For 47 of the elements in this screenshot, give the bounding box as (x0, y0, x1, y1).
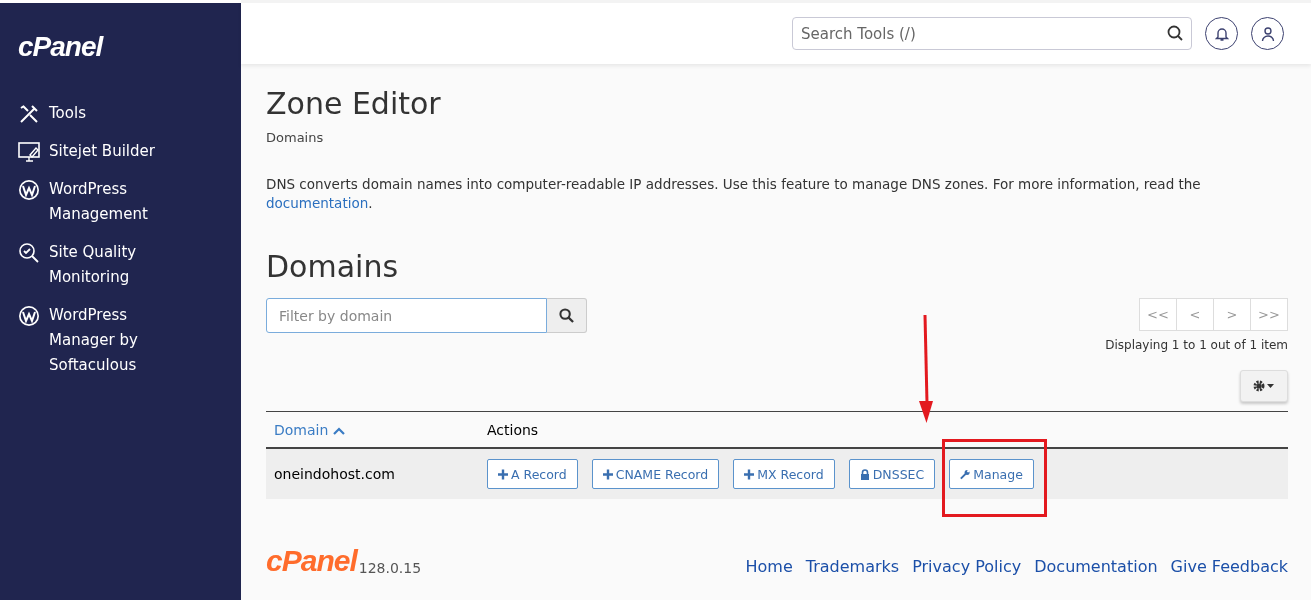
column-header[interactable]: Actions (487, 422, 539, 438)
user-button[interactable] (1251, 17, 1284, 50)
wordpress-icon (18, 179, 40, 201)
cpanel-logo: cPanel (266, 546, 357, 576)
bell-icon (1214, 25, 1229, 42)
pagination-summary: Displaying 1 to 1 out of 1 item (1105, 338, 1288, 352)
tools-icon (18, 103, 40, 125)
action-button[interactable]: MX Record (733, 459, 835, 489)
action-button[interactable]: DNSSEC (848, 459, 936, 489)
sidebar-item[interactable]: Tools (18, 101, 208, 126)
plus-icon (498, 468, 508, 480)
footer-link[interactable]: Privacy Policy (912, 557, 1022, 576)
table-cell: oneindohost.com (274, 466, 395, 482)
filter-field[interactable]: Filter by domain (266, 298, 547, 333)
footer-link[interactable]: Give Feedback (1170, 557, 1288, 576)
action-button[interactable]: A Record (487, 459, 578, 489)
sidebar-item[interactable]: Sitejet Builder (18, 139, 208, 164)
cpanel-logo[interactable]: cPanel (18, 31, 103, 63)
magnifier-icon (18, 242, 40, 264)
user-icon (1260, 25, 1275, 42)
settings-button[interactable] (1240, 370, 1288, 402)
plus-icon (744, 468, 755, 480)
footer-link[interactable]: Home (745, 557, 793, 576)
settings-icon (1253, 380, 1275, 392)
sidebar-item[interactable]: WordPress Management (18, 177, 208, 227)
notifications-button[interactable] (1205, 17, 1238, 50)
wrench-icon (960, 468, 971, 480)
description-text: DNS converts domain names into computer-readable IP addresses. Use this feature to manage DNS zones. For more information, read the documentation. (266, 175, 1202, 213)
column-header[interactable]: Domain (274, 422, 329, 438)
footer-link[interactable]: Documentation (1034, 557, 1158, 576)
monitor-icon (18, 141, 40, 163)
footer-link[interactable]: Trademarks (805, 557, 900, 576)
section-title: Domains (266, 249, 400, 284)
breadcrumb[interactable]: Domains (266, 130, 324, 145)
search-icon (559, 308, 574, 323)
search-icon (1167, 25, 1183, 41)
lock-icon (859, 468, 870, 480)
action-button[interactable]: CNAME Record (591, 459, 720, 489)
action-button[interactable]: Manage (949, 459, 1034, 489)
sidebar-item[interactable]: WordPress Manager by Softaculous (18, 303, 208, 378)
search-field[interactable]: Search Tools (/) (792, 17, 1192, 50)
wordpress-icon (18, 305, 40, 327)
sidebar-item[interactable]: Site Quality Monitoring (18, 240, 208, 290)
plus-icon (602, 468, 613, 480)
version-text: 128.0.15 (358, 560, 422, 576)
page-title: Zone Editor (266, 86, 442, 121)
search-button[interactable] (547, 298, 587, 333)
